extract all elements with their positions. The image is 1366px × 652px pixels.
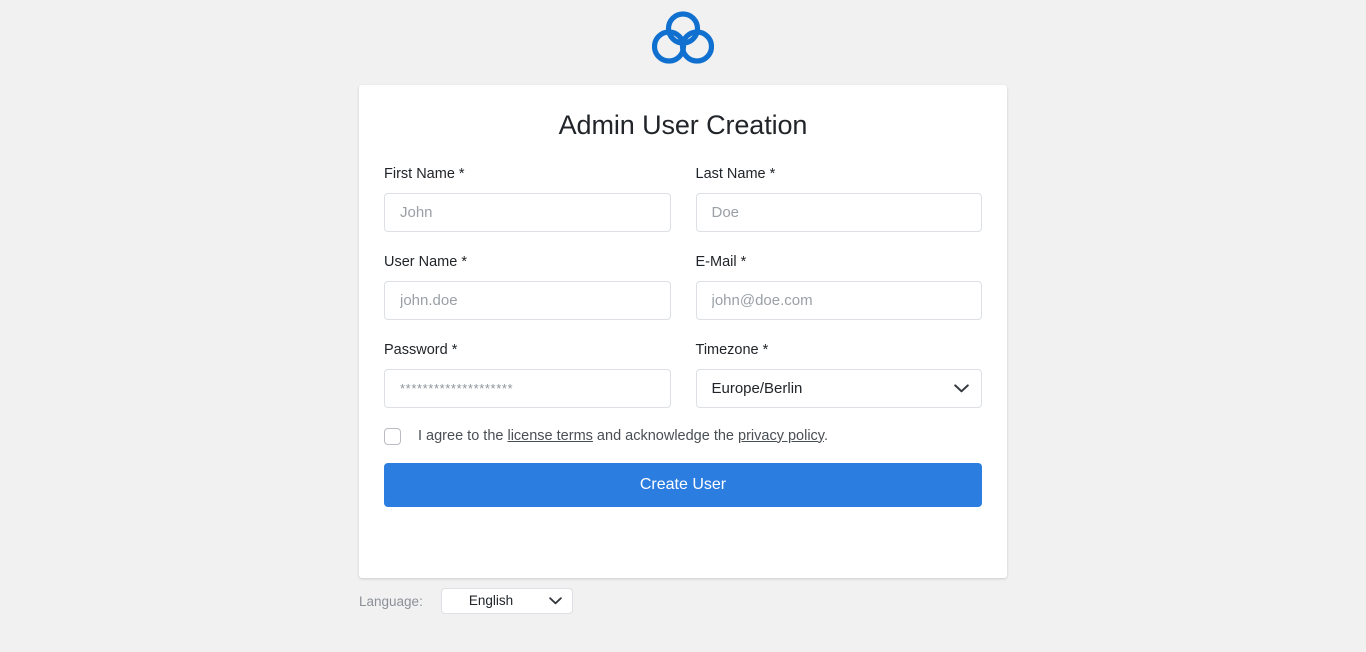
agreement-text-after: . [823,427,828,444]
agreement-checkbox[interactable] [384,427,401,445]
last-name-input[interactable] [695,193,982,233]
agreement-text: I agree to the license terms and acknowl… [418,428,828,445]
trefoil-cloud-logo-icon [652,10,714,66]
password-label: Password * [384,341,458,358]
last-name-label: Last Name * [695,166,776,182]
agreement-text-before: I agree to the [418,427,508,444]
license-terms-link[interactable]: license terms [507,428,592,444]
language-label: Language: [359,593,423,609]
admin-user-creation-card: Admin User Creation First Name * Last Na… [359,85,1007,578]
field-last-name: Last Name * [683,166,982,233]
timezone-label: Timezone * [695,341,769,358]
agreement-row: I agree to the license terms and acknowl… [384,428,982,445]
language-select-wrap: English [440,588,573,614]
timezone-select-wrap: Europe/Berlin [695,369,982,409]
agreement-text-middle: and acknowledge the [592,427,739,444]
brand-logo [0,8,1366,68]
admin-user-creation-form: First Name * Last Name * User Name * E-M… [384,166,982,508]
user-name-label: User Name * [384,253,467,270]
timezone-select[interactable]: Europe/Berlin [695,369,982,409]
form-field-grid: First Name * Last Name * User Name * E-M… [384,166,982,430]
language-select[interactable]: English [440,588,573,614]
page-title: Admin User Creation [558,110,808,140]
first-name-input[interactable] [384,193,671,233]
field-user-name: User Name * [384,253,683,321]
email-label: E-Mail * [695,253,747,270]
email-input[interactable] [695,281,982,321]
create-user-button[interactable]: Create User [384,463,982,508]
footer-language-bar: Language: English [359,588,1007,614]
page-root: Admin User Creation First Name * Last Na… [0,0,1366,652]
field-email: E-Mail * [683,253,982,321]
first-name-label: First Name * [384,166,465,182]
field-password: Password * [384,341,683,409]
user-name-input[interactable] [384,281,671,321]
field-first-name: First Name * [384,166,683,233]
password-input[interactable] [384,369,671,409]
privacy-policy-link[interactable]: privacy policy [738,428,824,444]
field-timezone: Timezone * Europe/Berlin [683,341,982,409]
